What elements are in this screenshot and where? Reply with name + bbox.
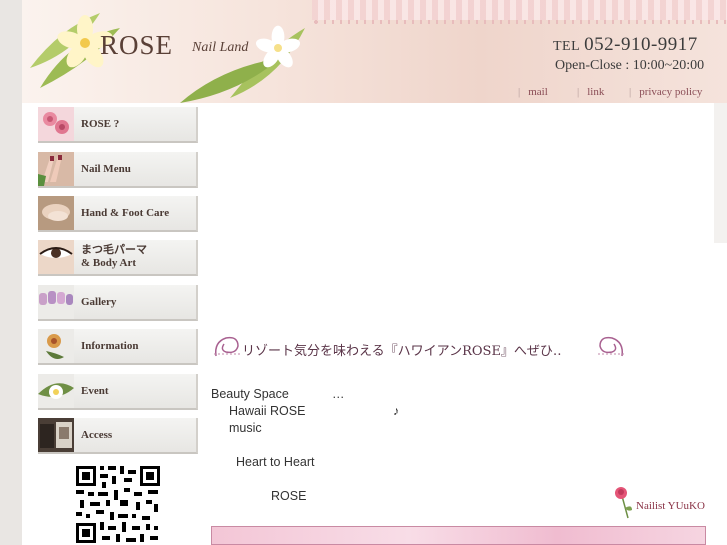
nail-hand-icon [38,152,74,186]
nailist-name: Nailist YUuKO [636,500,705,512]
sidebar-item-label: Information [81,340,139,352]
opening-hours: Open-Close : 10:00~20:00 [555,58,705,73]
rose-flower-icon [38,107,74,141]
lace-ornament-icon [598,336,624,357]
label-line-2: & Body Art [81,257,136,269]
eye-lash-icon [38,240,74,274]
sidebar-item-label: Gallery [81,296,117,308]
nailist-signature: Nailist YUuKO [612,486,712,520]
sidebar-item-event[interactable]: Event [38,374,198,410]
nav-separator: | [629,86,632,98]
promo-banner[interactable] [211,526,706,545]
body-text-line: music [229,421,262,435]
sidebar-item-gallery[interactable]: Gallery [38,285,198,321]
tel-value: 052-910-9917 [584,34,698,55]
sidebar-item-label: まつ毛パーマ & Body Art [81,244,147,270]
sidebar-item-access[interactable]: Access [38,418,198,454]
logo-title[interactable]: ROSE [100,30,173,61]
topnav-privacy-link[interactable]: | privacy policy [629,86,702,98]
hand-care-icon [38,196,74,230]
section-heading: リゾート気分を味わえる『ハワイアンROSE』へぜひ‥ [212,332,627,362]
lace-trim [312,20,727,24]
lace-ornament-icon [214,336,240,357]
event-flower-icon [38,374,74,408]
body-text-line: Heart to Heart [236,455,315,469]
body-text-line: Hawaii ROSE [229,404,306,418]
flower-info-icon [38,329,74,363]
sidebar-item-information[interactable]: Information [38,329,198,365]
sidebar-item-hand-foot-care[interactable]: Hand & Foot Care [38,196,198,232]
body-text-line: ♪ [393,404,400,418]
sidebar-item-label: Nail Menu [81,163,131,175]
sidebar-item-label: Access [81,429,113,441]
sidebar-item-label: Hand & Foot Care [81,207,170,219]
sidebar-item-rose[interactable]: ROSE ? [38,107,198,143]
body-text-line: ROSE [271,489,307,503]
body-text-line: Beauty Space [211,387,289,401]
gallery-nails-icon [38,285,74,319]
topnav-link-link[interactable]: | link [577,86,604,98]
phone-number: TEL 052-910-9917 [553,34,698,56]
logo-subtitle: Nail Land [192,40,249,55]
lace-border [312,0,727,20]
body-text-line: … [332,387,345,401]
topnav-mail-link[interactable]: | mail [518,86,548,98]
access-storefront-icon [38,418,74,452]
sidebar-item-label: ROSE ? [81,118,120,130]
sidebar-item-label: Event [81,385,109,397]
tel-label: TEL [553,39,581,54]
nav-separator: | [518,86,521,98]
sidebar-item-nail-menu[interactable]: Nail Menu [38,152,198,188]
sidebar-item-eyelash-body-art[interactable]: まつ毛パーマ & Body Art [38,240,198,276]
label-line-1: まつ毛パーマ [81,244,147,256]
rose-stem-icon [615,487,632,519]
nav-separator: | [577,86,580,98]
qr-code-icon[interactable] [74,464,162,545]
scrollbar-track[interactable] [714,103,727,243]
heading-text: リゾート気分を味わえる『ハワイアンROSE』へぜひ‥ [242,344,562,359]
